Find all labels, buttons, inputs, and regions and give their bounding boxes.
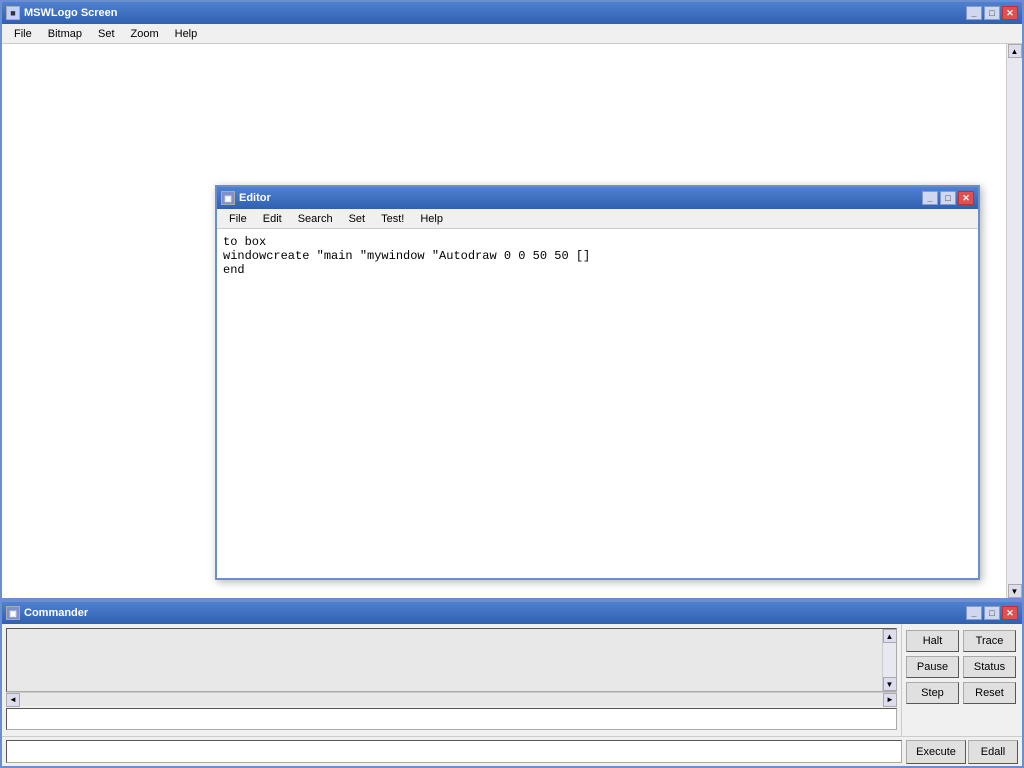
commander-input-row bbox=[6, 708, 897, 732]
commander-window-controls: _ □ ✕ bbox=[966, 606, 1018, 620]
commander-maximize-btn[interactable]: □ bbox=[984, 606, 1000, 620]
cmd-btn-row-1: Halt Trace bbox=[906, 630, 1016, 652]
commander-input-field[interactable] bbox=[6, 708, 897, 730]
commander-close-btn[interactable]: ✕ bbox=[1002, 606, 1018, 620]
cmd-btn-row-2: Pause Status bbox=[906, 656, 1016, 678]
outer-titlebar: ■ MSWLogo Screen _ □ ✕ bbox=[2, 2, 1022, 24]
halt-button[interactable]: Halt bbox=[906, 630, 959, 652]
step-button[interactable]: Step bbox=[906, 682, 959, 704]
editor-maximize-btn[interactable]: □ bbox=[940, 191, 956, 205]
editor-menu-set[interactable]: Set bbox=[341, 211, 374, 227]
output-scroll-up[interactable]: ▲ bbox=[883, 629, 897, 643]
menu-set[interactable]: Set bbox=[90, 26, 123, 42]
canvas-scrollbar: ▲ ▼ bbox=[1006, 44, 1022, 598]
hscroll-right-btn[interactable]: ► bbox=[883, 693, 897, 707]
menu-bitmap[interactable]: Bitmap bbox=[40, 26, 90, 42]
scroll-track[interactable] bbox=[1007, 58, 1022, 584]
trace-button[interactable]: Trace bbox=[963, 630, 1016, 652]
output-scroll-track[interactable] bbox=[883, 643, 896, 677]
outer-title-icon: ■ bbox=[6, 6, 20, 20]
hscroll-left-btn[interactable]: ◄ bbox=[6, 693, 20, 707]
editor-titlebar: ▣ Editor _ □ ✕ bbox=[217, 187, 978, 209]
commander-output-area[interactable]: ▲ ▼ bbox=[6, 628, 897, 692]
menu-help[interactable]: Help bbox=[167, 26, 206, 42]
outer-menubar: File Bitmap Set Zoom Help bbox=[2, 24, 1022, 44]
commander-title-icon: ▣ bbox=[6, 606, 20, 620]
reset-button[interactable]: Reset bbox=[963, 682, 1016, 704]
editor-title-icon: ▣ bbox=[221, 191, 235, 205]
editor-menu-help[interactable]: Help bbox=[412, 211, 451, 227]
scroll-up-btn[interactable]: ▲ bbox=[1008, 44, 1022, 58]
execute-input-field[interactable] bbox=[6, 740, 902, 763]
edall-button[interactable]: Edall bbox=[968, 740, 1018, 764]
scroll-down-btn[interactable]: ▼ bbox=[1008, 584, 1022, 598]
editor-menu-edit[interactable]: Edit bbox=[255, 211, 290, 227]
commander-left-panel: ▲ ▼ ◄ ► bbox=[2, 624, 902, 736]
commander-title-text: Commander bbox=[24, 607, 88, 619]
output-scroll-down[interactable]: ▼ bbox=[883, 677, 897, 691]
cmd-btn-row-3: Step Reset bbox=[906, 682, 1016, 704]
editor-menu-test[interactable]: Test! bbox=[373, 211, 412, 227]
outer-close-btn[interactable]: ✕ bbox=[1002, 6, 1018, 20]
commander-body: ▲ ▼ ◄ ► Halt Trace Pause Status bbox=[2, 624, 1022, 736]
editor-minimize-btn[interactable]: _ bbox=[922, 191, 938, 205]
menu-zoom[interactable]: Zoom bbox=[123, 26, 167, 42]
commander-minimize-btn[interactable]: _ bbox=[966, 606, 982, 620]
editor-menu-search[interactable]: Search bbox=[290, 211, 341, 227]
execute-button[interactable]: Execute bbox=[906, 740, 966, 764]
status-button[interactable]: Status bbox=[963, 656, 1016, 678]
hscroll-track[interactable] bbox=[20, 693, 883, 706]
menu-file[interactable]: File bbox=[6, 26, 40, 42]
commander-output-scrollbar: ▲ ▼ bbox=[882, 629, 896, 691]
editor-menu-file[interactable]: File bbox=[221, 211, 255, 227]
commander-bottom-row: Execute Edall bbox=[2, 736, 1022, 766]
outer-minimize-btn[interactable]: _ bbox=[966, 6, 982, 20]
editor-window-controls: _ □ ✕ bbox=[922, 191, 974, 205]
outer-maximize-btn[interactable]: □ bbox=[984, 6, 1000, 20]
outer-window-controls: _ □ ✕ bbox=[966, 6, 1018, 20]
editor-window: ▣ Editor _ □ ✕ File Edit Search Set Test… bbox=[215, 185, 980, 580]
editor-code-area[interactable]: to box windowcreate "main "mywindow "Aut… bbox=[217, 229, 978, 578]
pause-button[interactable]: Pause bbox=[906, 656, 959, 678]
editor-close-btn[interactable]: ✕ bbox=[958, 191, 974, 205]
outer-title-text: MSWLogo Screen bbox=[24, 7, 118, 19]
commander-hscroll: ◄ ► bbox=[6, 692, 897, 706]
editor-menubar: File Edit Search Set Test! Help bbox=[217, 209, 978, 229]
commander-titlebar: ▣ Commander _ □ ✕ bbox=[2, 602, 1022, 624]
commander-window: ▣ Commander _ □ ✕ ▲ ▼ ◄ ► bbox=[0, 600, 1024, 768]
editor-title-text: Editor bbox=[239, 192, 271, 204]
commander-right-panel: Halt Trace Pause Status Step Reset bbox=[902, 624, 1022, 736]
